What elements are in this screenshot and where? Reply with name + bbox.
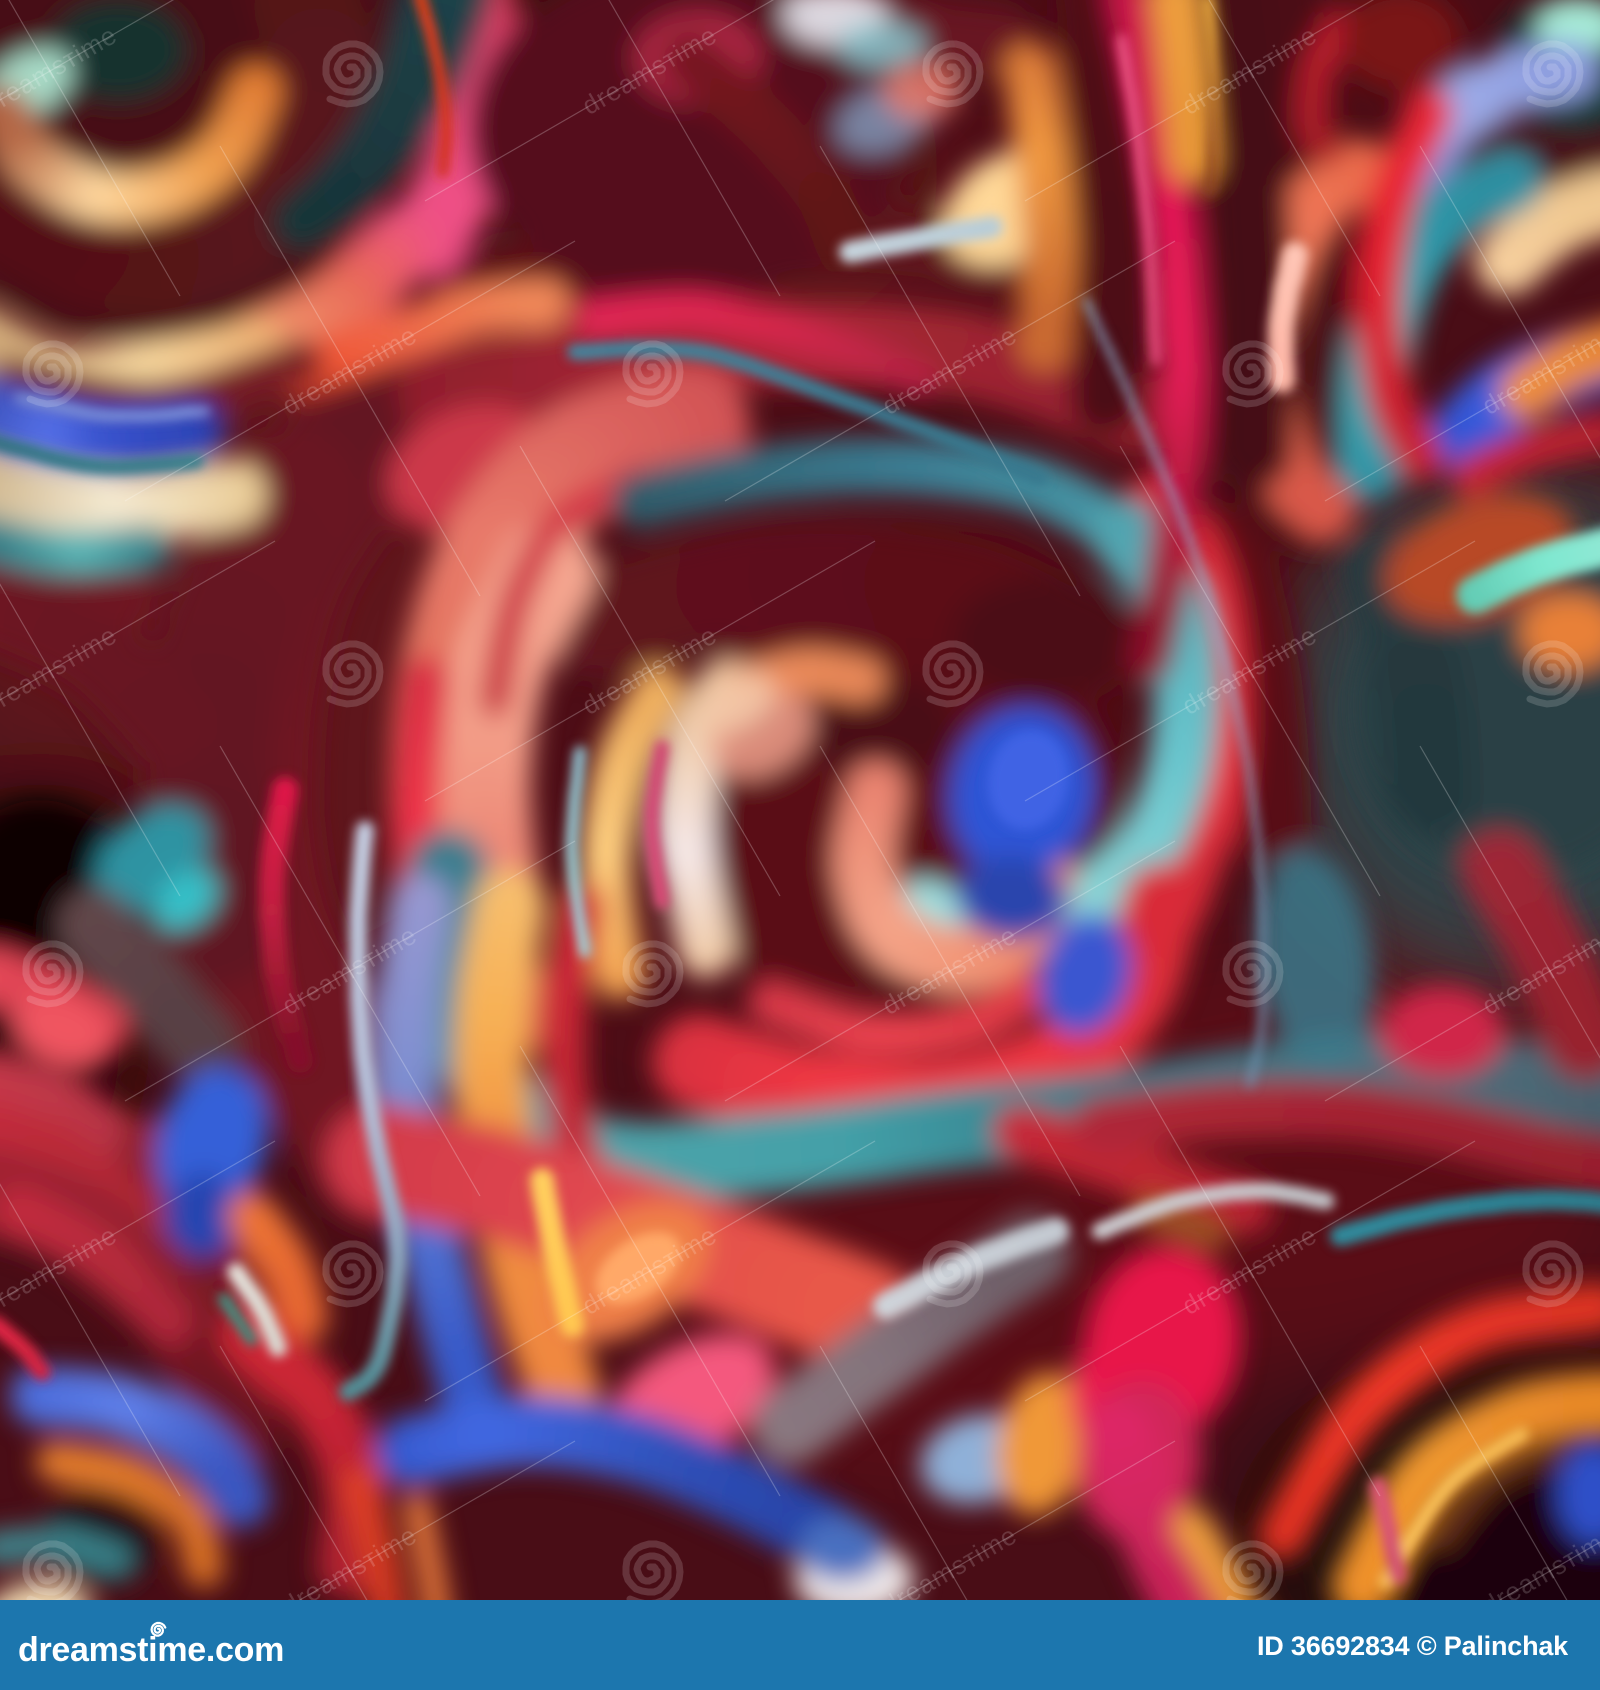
svg-text:ID 36692834 © Palinchak: ID 36692834 © Palinchak [1257, 1631, 1569, 1661]
svg-text:dreamstime.com: dreamstime.com [18, 1631, 284, 1669]
